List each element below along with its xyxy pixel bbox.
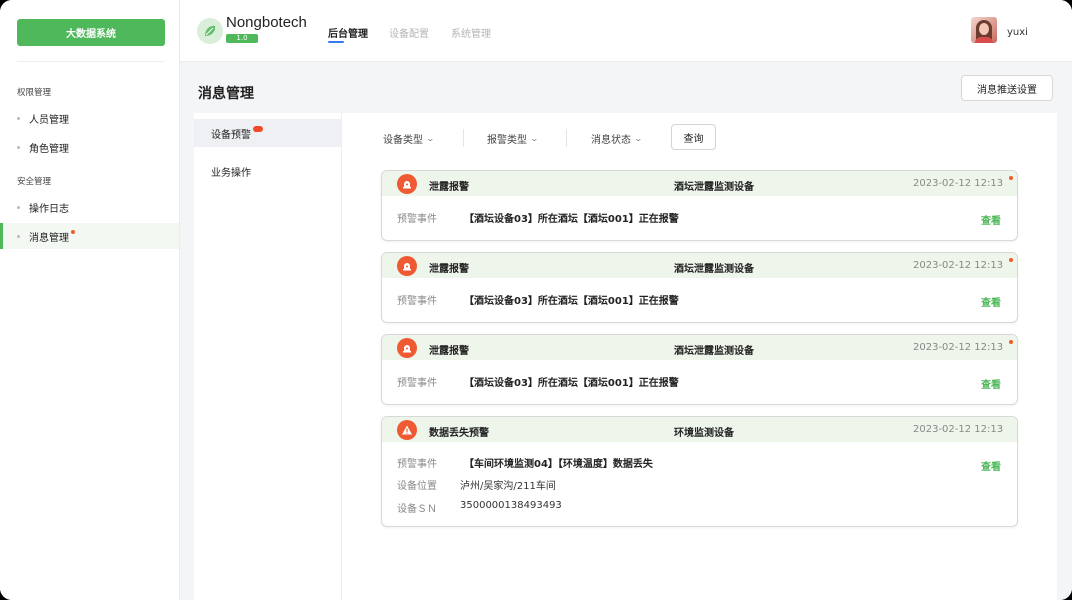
event-label: 预警事件 [397, 378, 437, 389]
sn-value: 3500000138493493 [460, 500, 562, 511]
brand-name: Nongbotech [226, 14, 307, 31]
username[interactable]: yuxi [1007, 27, 1028, 38]
app-window: 大数据系统 权限管理 人员管理 角色管理 安全管理 操作日志 消息管理 Nong… [0, 0, 1072, 600]
filter-divider [463, 129, 464, 147]
message-card-header: 泄露报警 酒坛泄露监测设备 2023-02-12 12:13 [382, 253, 1017, 278]
event-label: 预警事件 [397, 296, 437, 307]
sidebar-item-personnel[interactable]: 人员管理 [0, 105, 179, 131]
unread-dot [1009, 340, 1013, 344]
alarm-bell-icon [397, 338, 417, 358]
top-header: Nongbotech 1.0 后台管理 设备配置 系统管理 yuxi [180, 0, 1072, 62]
filter-label: 消息状态 [591, 135, 631, 146]
alarm-bell-icon [397, 174, 417, 194]
view-link[interactable]: 查看 [981, 376, 1001, 391]
message-card[interactable]: 泄露报警 酒坛泄露监测设备 2023-02-12 12:13 预警事件 【酒坛设… [381, 252, 1018, 323]
view-link[interactable]: 查看 [981, 212, 1001, 227]
sidebar-item-label: 消息管理 [29, 232, 69, 244]
message-card[interactable]: 数据丢失预警 环境监测设备 2023-02-12 12:13 预警事件 【车间环… [381, 416, 1018, 527]
alarm-type: 数据丢失预警 [429, 428, 489, 439]
view-link[interactable]: 查看 [981, 294, 1001, 309]
unread-badge-dot [71, 230, 75, 234]
device-name: 酒坛泄露监测设备 [674, 182, 754, 193]
filter-divider [566, 129, 567, 147]
sidebar-item-messages[interactable]: 消息管理 [0, 223, 179, 249]
alarm-bell-icon [397, 256, 417, 276]
event-text: 【车间环境监测04】【环境温度】数据丢失 [464, 459, 653, 470]
event-text: 【酒坛设备03】所在酒坛【酒坛001】正在报警 [464, 378, 679, 389]
tab-label: 设备预警 [211, 129, 251, 141]
main-area: 消息管理 消息推送设置 设备预警 业务操作 设备类型 ⌄ 报警类型 ⌄ 消息状态… [180, 62, 1072, 600]
message-card[interactable]: 泄露报警 酒坛泄露监测设备 2023-02-12 12:13 预警事件 【酒坛设… [381, 170, 1018, 241]
alarm-type: 泄露报警 [429, 346, 469, 357]
filter-label: 报警类型 [487, 135, 527, 146]
bullet-icon [17, 145, 20, 149]
query-button[interactable]: 查询 [671, 124, 716, 150]
chevron-down-icon: ⌄ [633, 134, 644, 143]
big-data-system-button[interactable]: 大数据系统 [17, 19, 165, 46]
alarm-type: 泄露报警 [429, 182, 469, 193]
push-settings-button[interactable]: 消息推送设置 [961, 75, 1053, 101]
event-text: 【酒坛设备03】所在酒坛【酒坛001】正在报警 [464, 214, 679, 225]
sidebar-item-roles[interactable]: 角色管理 [0, 134, 179, 160]
nav-tab-device-config[interactable]: 设备配置 [389, 25, 429, 40]
sidebar-item-label: 人员管理 [29, 114, 69, 126]
sidebar-item-label: 角色管理 [29, 143, 69, 155]
message-card-header: 数据丢失预警 环境监测设备 2023-02-12 12:13 [382, 417, 1017, 442]
sidebar-group-security: 安全管理 [17, 177, 52, 187]
event-label: 预警事件 [397, 459, 437, 470]
bullet-icon [17, 116, 20, 120]
location-label: 设备位置 [397, 481, 437, 492]
sidebar: 大数据系统 权限管理 人员管理 角色管理 安全管理 操作日志 消息管理 [0, 0, 180, 600]
unread-dot [1009, 258, 1013, 262]
sidebar-item-operation-log[interactable]: 操作日志 [0, 194, 179, 220]
location-value: 泸州/吴家沟/211车间 [460, 481, 556, 492]
avatar[interactable] [971, 17, 997, 43]
message-status-filter[interactable]: 消息状态 ⌄ [591, 131, 644, 146]
leaf-logo-icon [197, 18, 223, 44]
message-card-header: 泄露报警 酒坛泄露监测设备 2023-02-12 12:13 [382, 335, 1017, 360]
warning-triangle-icon [397, 420, 417, 440]
device-type-filter[interactable]: 设备类型 ⌄ [383, 131, 436, 146]
unread-dot [1009, 176, 1013, 180]
alarm-type-filter[interactable]: 报警类型 ⌄ [487, 131, 540, 146]
timestamp: 2023-02-12 12:13 [913, 342, 1004, 353]
view-link[interactable]: 查看 [981, 458, 1001, 473]
message-category-nav: 设备预警 业务操作 [194, 113, 341, 600]
device-name: 环境监测设备 [674, 428, 734, 439]
bullet-icon [17, 205, 20, 209]
filter-label: 设备类型 [383, 135, 423, 146]
tab-label: 业务操作 [211, 167, 251, 179]
sn-label: 设备ＳＮ [397, 504, 437, 515]
sidebar-group-permissions: 权限管理 [17, 88, 52, 98]
page-title: 消息管理 [198, 86, 254, 102]
tab-device-warning[interactable]: 设备预警 [194, 119, 341, 147]
sidebar-divider [17, 61, 165, 62]
event-label: 预警事件 [397, 214, 437, 225]
timestamp: 2023-02-12 12:13 [913, 260, 1004, 271]
timestamp: 2023-02-12 12:13 [913, 424, 1004, 435]
tab-business-operation[interactable]: 业务操作 [194, 157, 341, 185]
device-name: 酒坛泄露监测设备 [674, 346, 754, 357]
sidebar-item-label: 操作日志 [29, 203, 69, 215]
nav-tab-system[interactable]: 系统管理 [451, 25, 491, 40]
timestamp: 2023-02-12 12:13 [913, 178, 1004, 189]
event-text: 【酒坛设备03】所在酒坛【酒坛001】正在报警 [464, 296, 679, 307]
message-card[interactable]: 泄露报警 酒坛泄露监测设备 2023-02-12 12:13 预警事件 【酒坛设… [381, 334, 1018, 405]
alarm-type: 泄露报警 [429, 264, 469, 275]
message-card-header: 泄露报警 酒坛泄露监测设备 2023-02-12 12:13 [382, 171, 1017, 196]
device-name: 酒坛泄露监测设备 [674, 264, 754, 275]
version-badge: 1.0 [226, 34, 258, 43]
active-tab-indicator [328, 41, 344, 43]
chevron-down-icon: ⌄ [529, 134, 540, 143]
unread-badge [253, 125, 263, 132]
nav-tab-backend[interactable]: 后台管理 [328, 25, 368, 40]
message-list-panel: 设备类型 ⌄ 报警类型 ⌄ 消息状态 ⌄ 查询 泄露报警 酒坛泄露监测设备 20… [341, 113, 1057, 600]
bullet-icon [17, 234, 20, 238]
chevron-down-icon: ⌄ [425, 134, 436, 143]
